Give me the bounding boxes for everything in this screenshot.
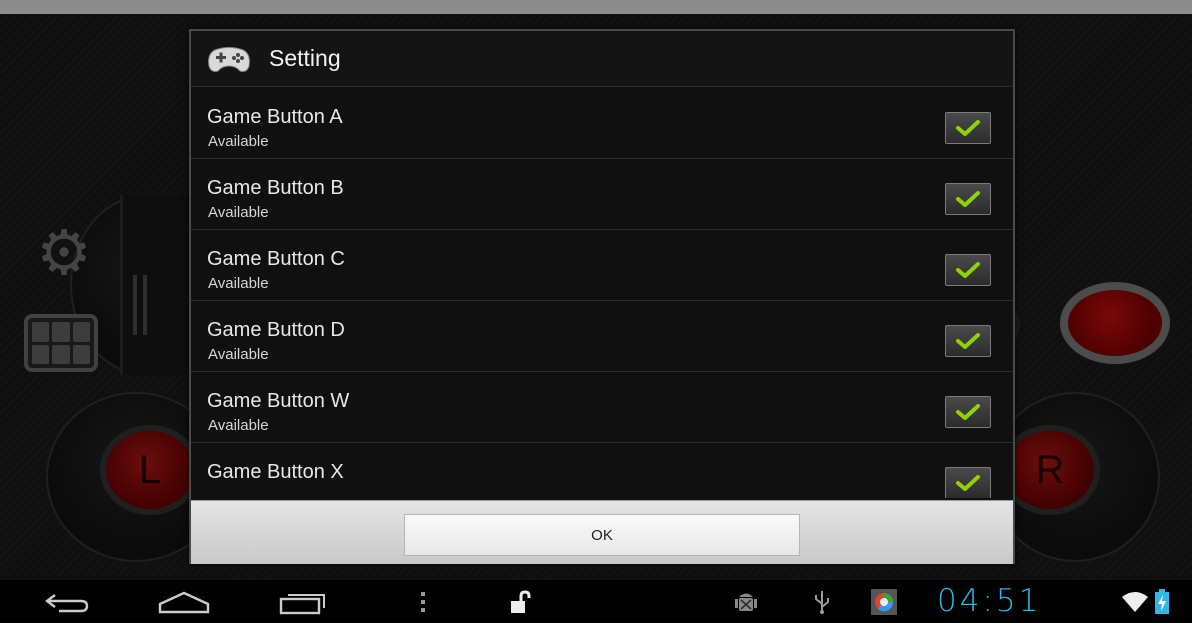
item-title: Game Button W [207, 390, 350, 412]
item-title: Game Button A [207, 106, 343, 128]
app-notification-icon [868, 588, 900, 616]
item-title: Game Button C [207, 248, 345, 270]
checkbox-game-button-a[interactable] [945, 112, 991, 144]
list-item-game-button-a[interactable]: Game Button A Available [191, 88, 1013, 159]
check-icon [956, 404, 980, 420]
checkbox-game-button-d[interactable] [945, 325, 991, 357]
settings-list[interactable]: Game Button A Available Game Button B Av… [191, 88, 1013, 498]
list-item-game-button-x[interactable]: Game Button X [191, 443, 1013, 498]
gamepad-icon [208, 46, 250, 72]
battery-icon [1152, 588, 1172, 616]
check-icon [956, 120, 980, 136]
clock: 04:51 [937, 583, 1042, 619]
item-subtitle: Available [208, 204, 269, 221]
checkbox-game-button-b[interactable] [945, 183, 991, 215]
check-icon [956, 475, 980, 491]
list-item-game-button-c[interactable]: Game Button C Available [191, 230, 1013, 301]
unlock-icon[interactable] [506, 588, 534, 616]
wifi-icon [1120, 588, 1150, 616]
recent-apps-icon[interactable] [277, 588, 331, 616]
dialog-footer: OK [191, 500, 1013, 564]
item-subtitle: Available [208, 346, 269, 363]
system-bar: 04:51 [0, 580, 1192, 623]
home-icon[interactable] [155, 588, 213, 616]
back-icon[interactable] [38, 588, 94, 616]
debug-android-icon [734, 588, 758, 616]
checkbox-game-button-w[interactable] [945, 396, 991, 428]
item-title: Game Button X [207, 461, 344, 483]
checkbox-game-button-c[interactable] [945, 254, 991, 286]
settings-dialog: Setting Game Button A Available Game But… [189, 29, 1015, 564]
check-icon [956, 262, 980, 278]
item-subtitle: Available [208, 133, 269, 150]
usb-icon [810, 588, 834, 616]
list-item-game-button-w[interactable]: Game Button W Available [191, 372, 1013, 443]
ok-button[interactable]: OK [404, 514, 800, 556]
checkbox-game-button-x[interactable] [945, 467, 991, 498]
item-subtitle: Available [208, 275, 269, 292]
dialog-header: Setting [191, 31, 1013, 87]
item-title: Game Button B [207, 177, 344, 199]
menu-icon[interactable] [414, 588, 432, 616]
list-item-game-button-b[interactable]: Game Button B Available [191, 159, 1013, 230]
item-title: Game Button D [207, 319, 345, 341]
check-icon [956, 333, 980, 349]
dialog-title: Setting [269, 45, 341, 71]
item-subtitle: Available [208, 417, 269, 434]
check-icon [956, 191, 980, 207]
list-item-game-button-d[interactable]: Game Button D Available [191, 301, 1013, 372]
